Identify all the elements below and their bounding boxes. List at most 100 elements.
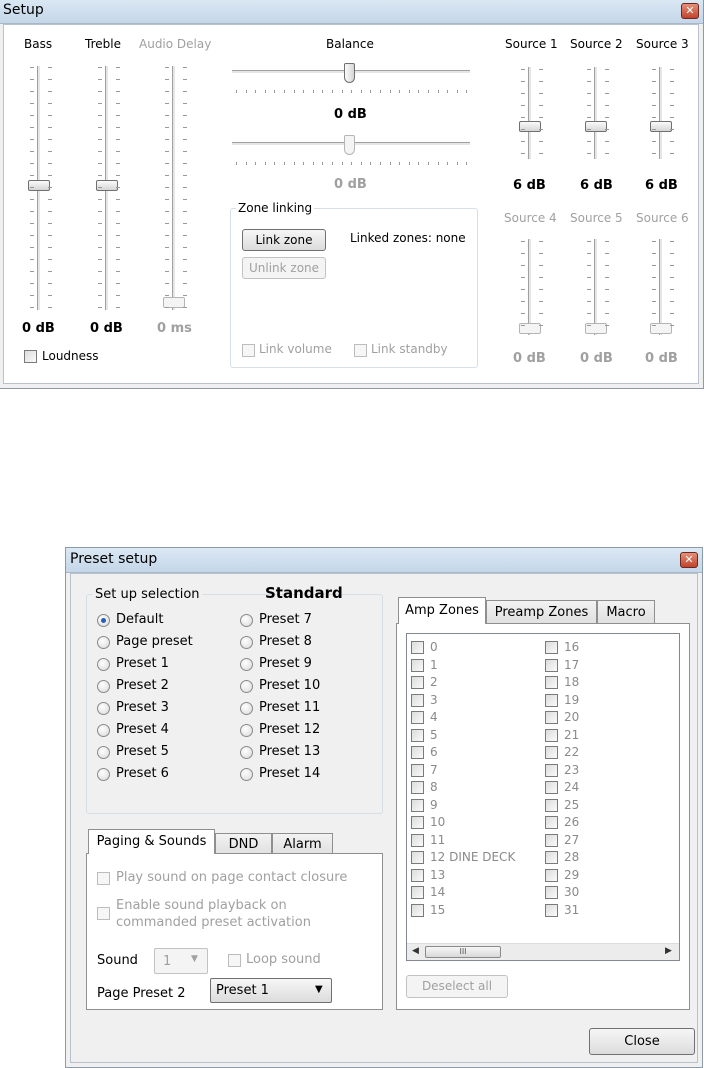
zone-checkbox-2[interactable] (411, 676, 424, 689)
scroll-right-icon[interactable]: ▶ (665, 946, 672, 956)
zone-checkbox-6[interactable] (411, 746, 424, 759)
slider-tick-mark (605, 129, 609, 130)
preset-radio-14[interactable] (240, 746, 253, 759)
loudness-checkbox[interactable] (24, 350, 37, 363)
zone-checkbox-21[interactable] (545, 728, 558, 742)
preset-titlebar[interactable]: Preset setup ✕ (66, 548, 702, 573)
source-3-slider[interactable] (643, 65, 679, 161)
zone-checkbox-11[interactable] (411, 833, 424, 847)
slider-tick-mark (652, 141, 656, 142)
balance-slider-thumb[interactable] (344, 63, 355, 83)
zone-checkbox-25[interactable] (545, 798, 558, 812)
zone-checkbox-29[interactable] (545, 868, 558, 882)
page-preset-select[interactable]: Preset 1 ▼ (210, 978, 332, 1003)
preset-radio-6[interactable] (97, 746, 110, 759)
source-6-slider (643, 237, 679, 337)
zone-checkbox-19[interactable] (545, 693, 558, 707)
preset-radio-7[interactable] (97, 768, 110, 781)
preset-radio-15[interactable] (240, 768, 253, 781)
zone-checkbox-20[interactable] (545, 711, 558, 724)
zone-checkbox-22[interactable] (545, 746, 558, 759)
preset-radio-11[interactable] (240, 680, 253, 693)
slider-tick-mark (605, 313, 609, 314)
enable-playback-label-2: commanded preset activation (116, 915, 311, 930)
preset-radio-9[interactable] (240, 636, 253, 649)
zone-label: 27 (564, 832, 580, 847)
amp-zones-list[interactable]: 0 1 2 3 4 5 6 7 8 9 10 11 12 DINE DECK 13 14 15 16 17 18 19… (406, 633, 680, 961)
zone-checkbox-13[interactable] (411, 868, 424, 882)
zone-checkbox-4[interactable] (411, 711, 424, 724)
tab-amp-zones[interactable]: Amp Zones (398, 597, 486, 624)
slider-tick-mark (183, 307, 187, 308)
zone-checkbox-10[interactable] (411, 816, 424, 829)
preset-radio-12[interactable] (240, 702, 253, 715)
source-1-slider-thumb[interactable] (519, 121, 541, 132)
preset-radio-1[interactable] (97, 636, 110, 649)
preset-radio-2[interactable] (97, 658, 110, 671)
slider-tick-mark (48, 295, 52, 296)
slider-tick-mark (587, 69, 591, 70)
scroll-left-icon[interactable]: ◀ (412, 946, 419, 956)
slider-tick-mark (670, 265, 674, 266)
bass-slider-thumb[interactable] (28, 180, 50, 191)
zone-checkbox-5[interactable] (411, 728, 424, 742)
tab-dnd[interactable]: DND (215, 833, 272, 855)
source-3-slider-thumb[interactable] (650, 121, 672, 132)
source-3-slider-track (659, 67, 663, 159)
link-zone-button[interactable]: Link zone (242, 229, 326, 251)
source-2-slider[interactable] (578, 65, 614, 161)
preset-radio-13[interactable] (240, 724, 253, 737)
zone-checkbox-17[interactable] (545, 658, 558, 672)
treble-slider-thumb[interactable] (96, 180, 118, 191)
zone-checkbox-1[interactable] (411, 658, 424, 672)
preset-radio-8[interactable] (240, 614, 253, 627)
zone-checkbox-8[interactable] (411, 781, 424, 794)
zone-checkbox-14[interactable] (411, 886, 424, 899)
zone-checkbox-16[interactable] (545, 641, 558, 654)
setup-close-icon[interactable]: ✕ (681, 3, 699, 19)
slider-tick-mark (605, 265, 609, 266)
source-2-slider-thumb[interactable] (585, 121, 607, 132)
zone-checkbox-15[interactable] (411, 903, 424, 917)
treble-value: 0 dB (90, 321, 123, 336)
zone-checkbox-30[interactable] (545, 886, 558, 899)
preset-radio-0[interactable] (97, 614, 110, 627)
tab-paging-sounds[interactable]: Paging & Sounds (88, 829, 215, 854)
zone-checkbox-26[interactable] (545, 816, 558, 829)
source-1-slider[interactable] (512, 65, 548, 161)
setup-titlebar[interactable]: Setup ✕ (0, 0, 703, 24)
preset-radio-4[interactable] (97, 702, 110, 715)
slider-tick-mark (437, 162, 439, 165)
preset-radio-5[interactable] (97, 724, 110, 737)
zone-checkbox-0[interactable] (411, 641, 424, 654)
horizontal-scrollbar[interactable]: ◀ III ▶ (407, 943, 679, 960)
zone-checkbox-3[interactable] (411, 693, 424, 707)
zone-checkbox-27[interactable] (545, 833, 558, 847)
zone-checkbox-24[interactable] (545, 781, 558, 794)
balance-slider[interactable] (230, 63, 472, 99)
bass-slider[interactable] (21, 63, 57, 313)
zone-checkbox-23[interactable] (545, 763, 558, 777)
preset-radio-10[interactable] (240, 658, 253, 671)
preset-radio-3[interactable] (97, 680, 110, 693)
tab-macro[interactable]: Macro (597, 600, 655, 624)
slider-tick-mark (165, 199, 169, 200)
zone-label: 6 (430, 745, 438, 759)
tab-preamp-zones[interactable]: Preamp Zones (486, 600, 597, 624)
scroll-thumb[interactable]: III (425, 946, 501, 958)
play-sound-label: Play sound on page contact closure (116, 870, 348, 885)
slider-tick-mark (539, 105, 543, 106)
zone-checkbox-12[interactable] (411, 851, 424, 864)
treble-slider[interactable] (89, 63, 125, 313)
zone-checkbox-9[interactable] (411, 798, 424, 812)
zone-checkbox-7[interactable] (411, 763, 424, 777)
slider-tick-mark (539, 81, 543, 82)
slider-tick-mark (380, 162, 381, 165)
preset-close-icon[interactable]: ✕ (680, 552, 698, 568)
zone-checkbox-18[interactable] (545, 676, 558, 689)
zone-checkbox-28[interactable] (545, 851, 558, 864)
zone-checkbox-31[interactable] (545, 903, 558, 917)
tab-alarm[interactable]: Alarm (272, 833, 333, 855)
source-6-slider-track (659, 239, 663, 335)
close-button[interactable]: Close (589, 1028, 695, 1055)
